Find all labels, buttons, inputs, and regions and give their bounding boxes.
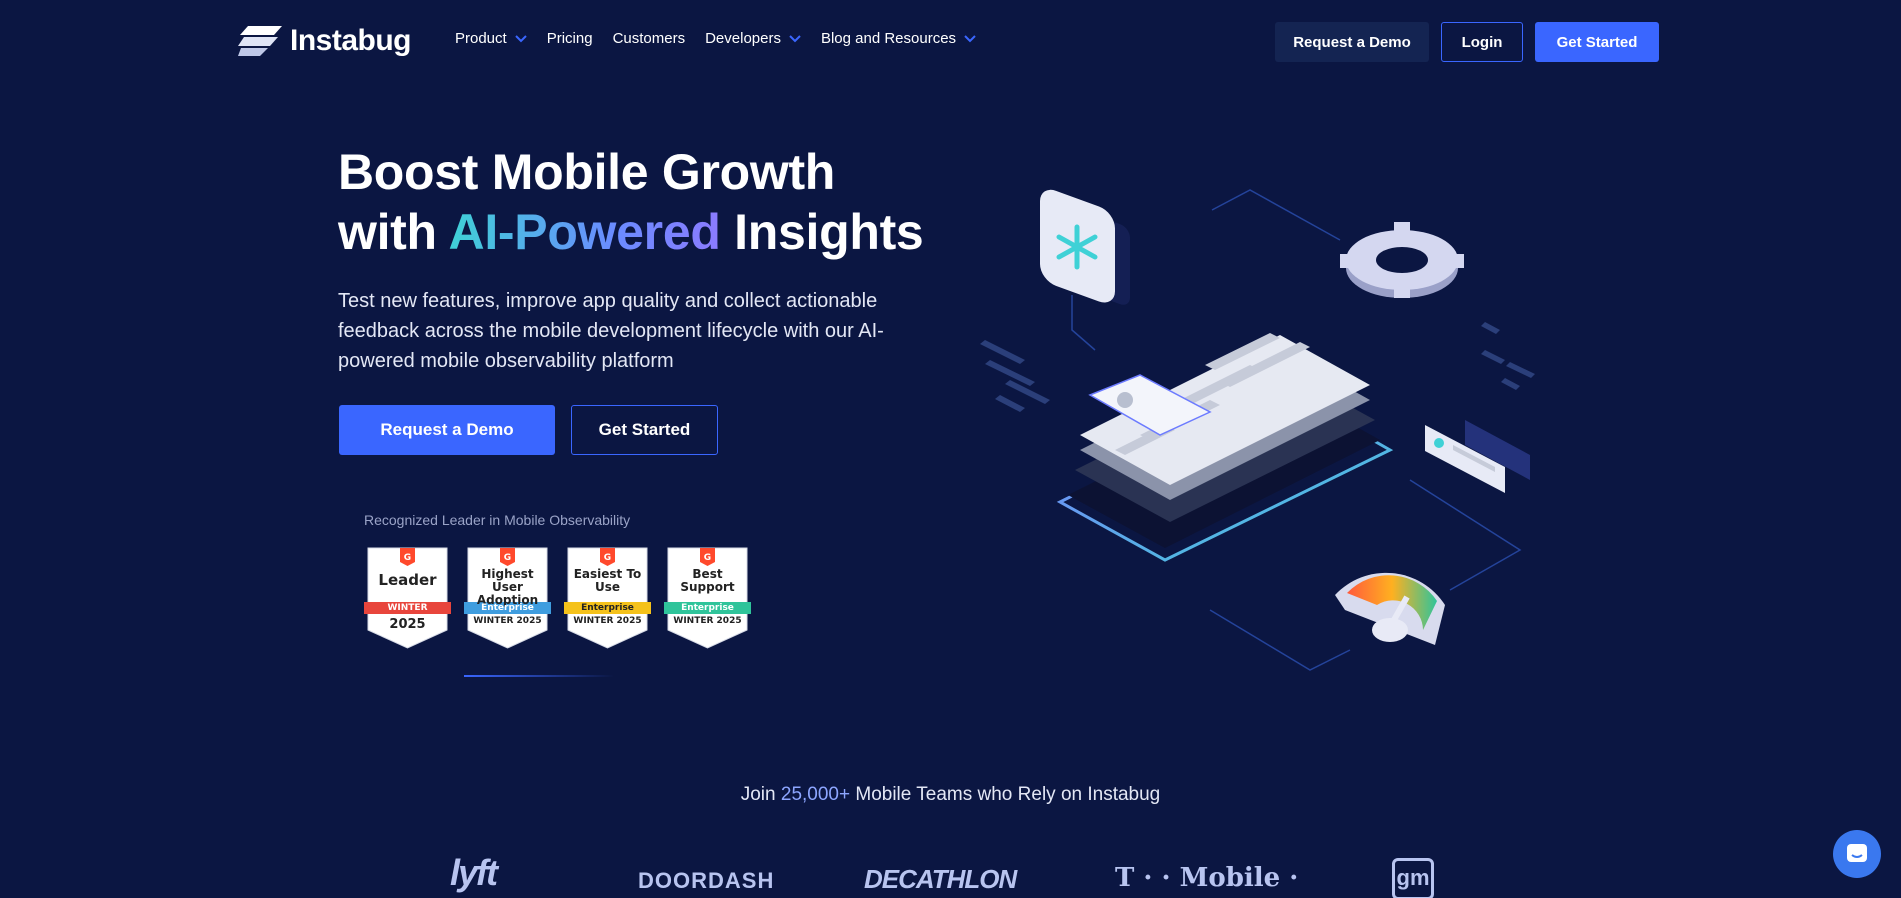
svg-text:G: G bbox=[504, 553, 511, 563]
nav-request-demo-button[interactable]: Request a Demo bbox=[1275, 22, 1429, 62]
svg-text:G: G bbox=[404, 553, 411, 563]
phone-stack bbox=[1056, 333, 1394, 562]
notification-card bbox=[1425, 420, 1530, 493]
g2-badge-easiest-to-use[interactable]: G Easiest To Use Enterprise WINTER 2025 bbox=[564, 546, 651, 650]
badge-band-label: Enterprise bbox=[681, 603, 734, 613]
svg-text:G: G bbox=[604, 553, 611, 563]
chevron-down-icon bbox=[514, 34, 527, 42]
g2-badge-highest-user-adoption[interactable]: G Highest User Adoption Enterprise WINTE… bbox=[464, 546, 551, 650]
g2-badge-icon: G bbox=[364, 547, 451, 649]
menu-item-label: Developers bbox=[705, 30, 781, 47]
instabug-logo-icon bbox=[238, 26, 282, 56]
badge-season: WINTER 2025 bbox=[673, 616, 742, 626]
chat-launcher-button[interactable] bbox=[1833, 830, 1881, 878]
g2-badges: G Leader WINTER 2025 G Highest User Adop… bbox=[364, 546, 751, 650]
badge-title: Easiest To Use bbox=[573, 567, 642, 594]
menu-item-pricing[interactable]: Pricing bbox=[547, 30, 593, 47]
badge-band-label: Enterprise bbox=[581, 603, 634, 613]
logo-doordash: DOORDASH bbox=[638, 868, 775, 893]
join-prefix: Join bbox=[740, 784, 781, 805]
logo-gm: gm bbox=[1392, 858, 1434, 898]
badge-title: Leader bbox=[378, 571, 437, 589]
g2-badge-best-support[interactable]: G Best Support Enterprise WINTER 2025 bbox=[664, 546, 751, 650]
menu-item-blog-resources[interactable]: Blog and Resources bbox=[821, 30, 976, 47]
hero-title-line1: Boost Mobile Growth bbox=[338, 144, 836, 200]
carousel-indicator bbox=[464, 675, 614, 677]
recognition-caption: Recognized Leader in Mobile Observabilit… bbox=[364, 512, 631, 528]
top-navigation: Instabug Product Pricing Customers Devel… bbox=[0, 0, 1901, 84]
logo-lyft: lyft bbox=[450, 852, 498, 893]
instabug-logo[interactable]: Instabug bbox=[238, 24, 412, 58]
g2-badge-icon: G bbox=[564, 547, 651, 649]
hero-subtitle: Test new features, improve app quality a… bbox=[338, 290, 884, 372]
badge-band-label: Enterprise bbox=[481, 603, 534, 613]
menu-item-label: Customers bbox=[612, 30, 686, 47]
decor-dashes-right bbox=[1481, 322, 1535, 390]
g2-badge-leader[interactable]: G Leader WINTER 2025 bbox=[364, 546, 451, 650]
customer-logos: lyft DOORDASH DECATHLON T · · Mobile · g… bbox=[0, 852, 1901, 898]
hero-title-end: Insights bbox=[720, 204, 924, 260]
recognition-panel: Recognized Leader in Mobile Observabilit… bbox=[340, 494, 780, 678]
menu-item-label: Pricing bbox=[546, 30, 593, 47]
logo-t-mobile: T · · Mobile · bbox=[1115, 863, 1299, 893]
menu-item-label: Product bbox=[455, 30, 507, 47]
badge-title: Highest User Adoption bbox=[476, 567, 539, 607]
nav-get-started-button[interactable]: Get Started bbox=[1535, 22, 1659, 62]
menu-item-developers[interactable]: Developers bbox=[705, 30, 801, 47]
badge-title: Best Support bbox=[680, 567, 735, 594]
hero-illustration bbox=[980, 189, 1535, 671]
hero-title-highlight: AI-Powered bbox=[448, 204, 721, 260]
main-menu: Product Pricing Customers Developers Blo… bbox=[455, 30, 976, 47]
login-button[interactable]: Login bbox=[1441, 22, 1523, 62]
badge-season: 2025 bbox=[389, 617, 426, 632]
badge-season: WINTER 2025 bbox=[473, 616, 542, 626]
chevron-down-icon bbox=[964, 34, 976, 42]
hero-get-started-button[interactable]: Get Started bbox=[571, 405, 718, 455]
logo-decathlon: DECATHLON bbox=[864, 864, 1017, 894]
menu-item-customers[interactable]: Customers bbox=[613, 30, 686, 47]
menu-item-product[interactable]: Product bbox=[455, 30, 527, 47]
decor-dashes-left bbox=[980, 340, 1050, 412]
svg-text:G: G bbox=[704, 553, 711, 563]
badge-band-label: WINTER bbox=[387, 603, 428, 613]
gear-icon bbox=[1340, 222, 1464, 298]
chevron-down-icon bbox=[789, 34, 801, 42]
hero-request-demo-button[interactable]: Request a Demo bbox=[339, 405, 555, 455]
join-suffix: Mobile Teams who Rely on Instabug bbox=[850, 784, 1161, 805]
chat-bubble-icon bbox=[1847, 844, 1867, 862]
social-proof-heading: Join 25,000+ Mobile Teams who Rely on In… bbox=[0, 784, 1901, 806]
hero-title-with: with bbox=[338, 204, 449, 260]
join-count: 25,000+ bbox=[780, 784, 851, 805]
badge-season: WINTER 2025 bbox=[573, 616, 642, 626]
brand-name: Instabug bbox=[290, 24, 412, 57]
hero-title: Boost Mobile Growth with AI-Powered Insi… bbox=[338, 142, 938, 262]
gauge-icon bbox=[1335, 572, 1445, 645]
menu-item-label: Blog and Resources bbox=[820, 30, 957, 47]
g2-badge-icon: G bbox=[664, 547, 751, 649]
app-icon-card bbox=[1040, 189, 1130, 305]
